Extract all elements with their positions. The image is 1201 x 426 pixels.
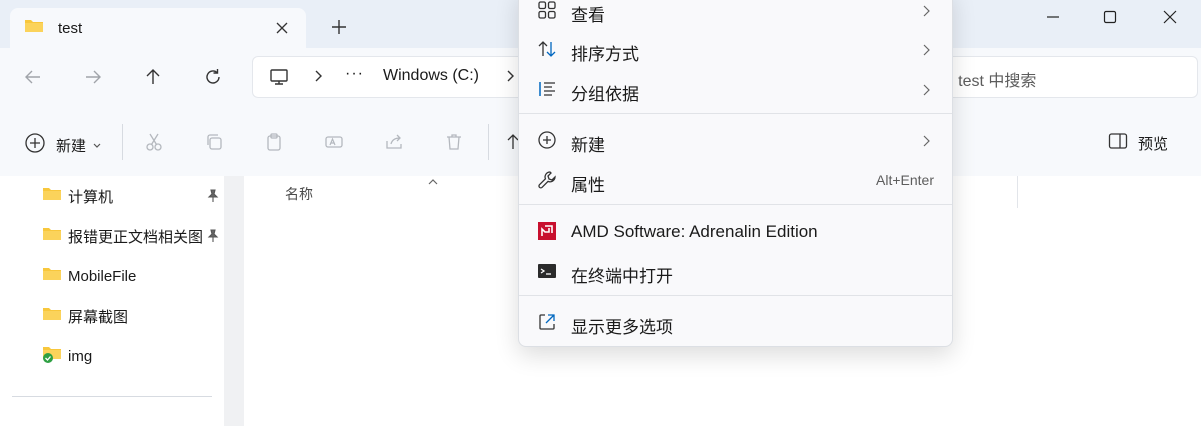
folder-icon <box>24 18 44 38</box>
pin-icon <box>206 229 220 247</box>
paste-icon[interactable] <box>264 132 284 152</box>
chevron-right-icon <box>922 43 930 60</box>
sidebar-item-mobilefile[interactable]: MobileFile <box>42 264 222 288</box>
navigation-pane: 计算机 报错更正文档相关图 MobileFile 屏幕截图 img <box>0 176 224 426</box>
menu-item-show-more-options[interactable]: 显示更多选项 <box>525 304 946 340</box>
column-header-name[interactable]: 名称 <box>285 184 313 204</box>
chevron-down-icon <box>92 137 102 154</box>
computer-icon <box>269 67 289 91</box>
refresh-icon[interactable] <box>202 66 224 88</box>
chevron-right-icon <box>922 83 930 100</box>
new-tab-icon[interactable] <box>330 18 348 36</box>
forward-icon[interactable] <box>82 66 104 88</box>
menu-item-open-terminal[interactable]: 在终端中打开 <box>525 253 946 289</box>
more-options-icon <box>537 312 557 332</box>
sidebar-item-label: img <box>68 347 93 365</box>
menu-item-label: 查看 <box>571 6 605 25</box>
toolbar-divider <box>122 124 123 160</box>
minimize-icon[interactable] <box>1042 6 1064 28</box>
delete-icon[interactable] <box>444 132 464 152</box>
sidebar-item-error-docs[interactable]: 报错更正文档相关图 <box>42 224 222 248</box>
sidebar-item-screenshots[interactable]: 屏幕截图 <box>42 304 222 328</box>
add-circle-icon <box>537 130 557 150</box>
wrench-icon <box>537 170 557 190</box>
menu-item-label: 属性 <box>571 176 605 195</box>
folder-icon <box>42 226 62 246</box>
new-button[interactable]: 新建 <box>24 132 102 158</box>
toolbar-divider <box>488 124 489 160</box>
menu-divider <box>519 113 952 114</box>
copy-icon[interactable] <box>204 132 224 152</box>
folder-icon <box>42 306 62 326</box>
menu-item-label: AMD Software: Adrenalin Edition <box>571 222 818 241</box>
menu-item-label: 新建 <box>571 136 605 155</box>
menu-item-label: 分组依据 <box>571 85 639 104</box>
amd-icon <box>537 221 557 241</box>
search-placeholder: E test 中搜索 <box>943 73 1037 90</box>
chevron-right-icon <box>922 134 930 151</box>
sidebar-item-label: 报错更正文档相关图 <box>68 228 204 246</box>
close-tab-icon[interactable] <box>274 20 290 36</box>
column-divider[interactable] <box>1017 176 1018 208</box>
menu-item-new[interactable]: 新建 <box>525 122 946 158</box>
menu-item-label: 排序方式 <box>571 45 639 64</box>
cut-icon[interactable] <box>144 132 164 152</box>
new-button-label: 新建 <box>56 137 87 155</box>
menu-item-properties[interactable]: 属性 Alt+Enter <box>525 162 946 198</box>
context-menu: 查看 排序方式 分组依据 新建 属性 Alt+Enter AMD Softwar… <box>518 0 953 347</box>
add-circle-icon <box>24 132 46 158</box>
shortcut-label: Alt+Enter <box>876 172 934 188</box>
preview-pane-icon <box>1108 132 1128 154</box>
menu-item-view[interactable]: 查看 <box>525 0 946 28</box>
sidebar-item-img[interactable]: img <box>42 344 222 368</box>
preview-button-label: 预览 <box>1138 135 1169 153</box>
group-icon <box>537 79 557 99</box>
sidebar-item-computer[interactable]: 计算机 <box>42 184 222 208</box>
close-window-icon[interactable] <box>1159 6 1181 28</box>
back-icon[interactable] <box>22 66 44 88</box>
tab-title: test <box>58 19 83 37</box>
chevron-right-icon[interactable] <box>313 69 323 87</box>
preview-button[interactable]: 预览 <box>1108 132 1168 154</box>
menu-item-label: 显示更多选项 <box>571 318 673 337</box>
menu-item-label: 在终端中打开 <box>571 267 673 286</box>
folder-icon <box>42 266 62 286</box>
synced-folder-icon <box>42 345 62 367</box>
share-icon[interactable] <box>384 132 404 152</box>
maximize-icon[interactable] <box>1099 6 1121 28</box>
menu-divider <box>519 204 952 205</box>
chevron-right-icon <box>922 4 930 21</box>
sidebar-item-label: MobileFile <box>68 267 137 285</box>
terminal-icon <box>537 261 557 281</box>
menu-item-sort[interactable]: 排序方式 <box>525 31 946 67</box>
sidebar-item-label: 屏幕截图 <box>68 308 129 326</box>
sidebar-scrollbar[interactable] <box>224 176 244 426</box>
breadcrumb-more[interactable]: ··· <box>345 65 364 83</box>
menu-item-group-by[interactable]: 分组依据 <box>525 71 946 107</box>
menu-item-amd-software[interactable]: AMD Software: Adrenalin Edition <box>525 213 946 249</box>
chevron-right-icon[interactable] <box>505 69 515 87</box>
folder-icon <box>42 186 62 206</box>
sort-icon <box>537 39 557 59</box>
tab-test[interactable]: test <box>10 8 306 48</box>
view-icon <box>537 0 557 20</box>
breadcrumb-drive[interactable]: Windows (C:) <box>383 67 479 85</box>
sidebar-divider <box>12 396 212 397</box>
sort-ascending-icon <box>426 174 440 191</box>
menu-divider <box>519 295 952 296</box>
pin-icon <box>206 189 220 207</box>
sidebar-item-label: 计算机 <box>68 188 114 206</box>
up-icon[interactable] <box>142 66 164 88</box>
rename-icon[interactable] <box>324 132 344 152</box>
